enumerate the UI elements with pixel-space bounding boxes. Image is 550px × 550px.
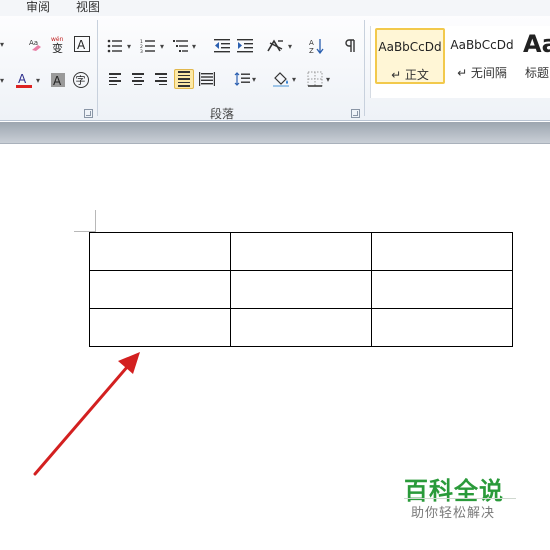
watermark-subtitle: 助你轻松解决 xyxy=(411,506,496,521)
watermark-title: 百科全说 xyxy=(404,477,504,505)
annotation-arrow-icon xyxy=(33,352,140,476)
watermark-divider xyxy=(404,498,516,499)
